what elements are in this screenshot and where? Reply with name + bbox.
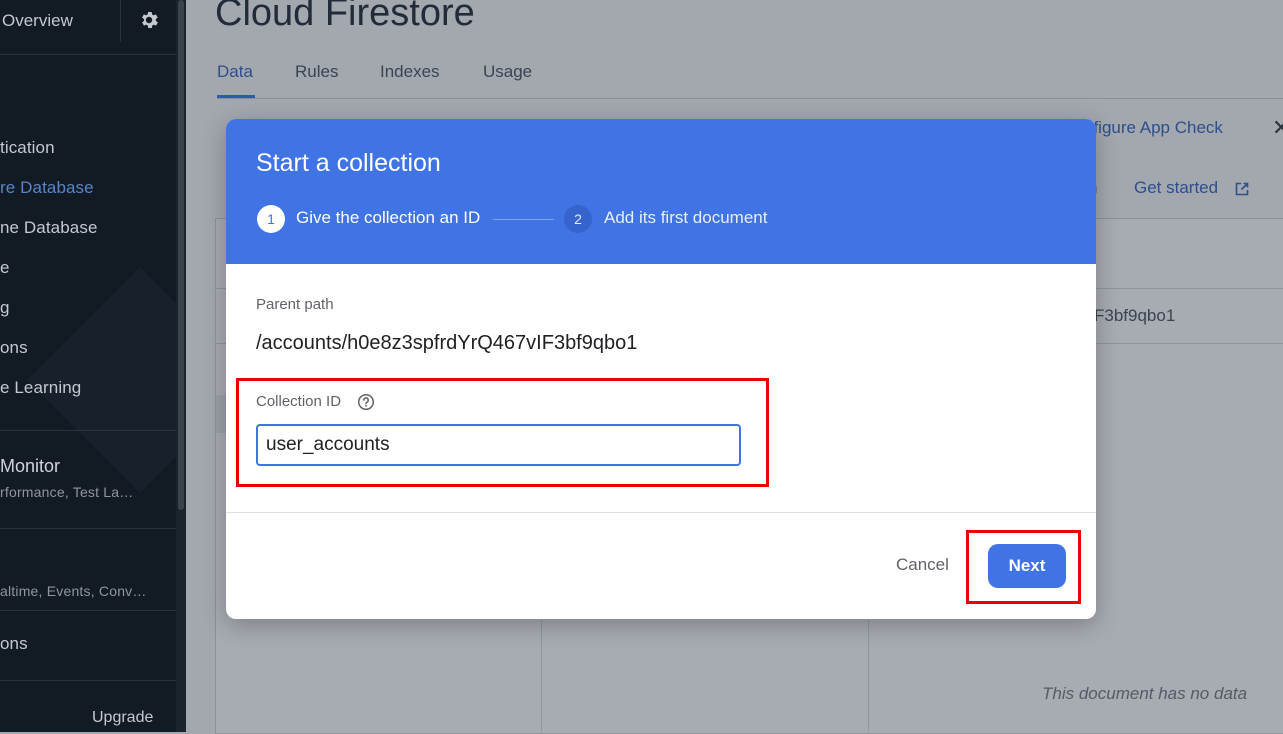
sidebar: Overview tication re Database ne Databas… xyxy=(0,0,186,732)
dialog-title: Start a collection xyxy=(256,149,441,177)
sidebar-section-extensions[interactable]: ons xyxy=(0,634,28,654)
sidebar-section-analytics-subtitle: altime, Events, Conv… xyxy=(0,583,147,599)
sidebar-divider xyxy=(0,430,176,431)
tabs-divider xyxy=(217,98,1283,99)
sidebar-item-firestore-database[interactable]: re Database xyxy=(0,178,94,198)
sidebar-item-hosting[interactable]: g xyxy=(0,298,10,318)
step-connector xyxy=(493,219,554,220)
sidebar-item-realtime-database[interactable]: ne Database xyxy=(0,218,98,238)
step-1-indicator: 1 xyxy=(257,205,285,233)
tab-indexes[interactable]: Indexes xyxy=(380,62,440,82)
parent-path-value: /accounts/h0e8z3spfrdYrQ467vIF3bf9qbo1 xyxy=(256,332,638,354)
dialog-footer-divider xyxy=(226,512,1096,513)
panel-column-divider xyxy=(541,620,542,732)
sidebar-section-release-monitor-subtitle: rformance, Test La… xyxy=(0,484,134,500)
cancel-button[interactable]: Cancel xyxy=(888,545,957,585)
sidebar-divider xyxy=(0,680,176,681)
page-title: Cloud Firestore xyxy=(215,0,475,34)
sidebar-item-functions[interactable]: ons xyxy=(0,338,28,358)
collection-id-highlight xyxy=(236,378,769,487)
tab-rules[interactable]: Rules xyxy=(295,62,338,82)
external-link-icon xyxy=(1235,182,1249,196)
configure-app-check-link[interactable]: nfigure App Check xyxy=(1084,118,1223,138)
upgrade-button[interactable]: Upgrade xyxy=(92,709,153,727)
tab-data[interactable]: Data xyxy=(217,62,253,82)
sidebar-section-release-monitor[interactable]: Monitor xyxy=(0,456,60,477)
sidebar-divider xyxy=(0,528,176,529)
sidebar-scrollbar-thumb[interactable] xyxy=(178,0,184,510)
gear-icon xyxy=(142,12,158,28)
sidebar-item-machine-learning[interactable]: e Learning xyxy=(0,378,81,398)
settings-button[interactable] xyxy=(120,0,177,42)
get-started-link[interactable]: Get started xyxy=(1134,178,1218,198)
sidebar-item-storage[interactable]: e xyxy=(0,258,10,278)
tab-usage[interactable]: Usage xyxy=(483,62,532,82)
document-id: F3bf9qbo1 xyxy=(1094,306,1176,325)
close-icon[interactable]: ✕ xyxy=(1272,115,1283,141)
empty-document-message: This document has no data xyxy=(1042,684,1248,703)
parent-path-label: Parent path xyxy=(256,296,334,313)
dialog-header: Start a collection 1 Give the collection… xyxy=(226,119,1096,264)
sidebar-divider xyxy=(0,610,176,611)
step-2-indicator: 2 xyxy=(564,205,592,233)
project-overview-link[interactable]: Overview xyxy=(2,11,73,31)
step-2-label: Add its first document xyxy=(604,208,768,227)
next-button-highlight xyxy=(966,530,1081,604)
panel-column-divider xyxy=(868,620,869,732)
sidebar-header: Overview xyxy=(0,0,176,55)
step-1-label: Give the collection an ID xyxy=(296,208,481,227)
sidebar-item-authentication[interactable]: tication xyxy=(0,138,55,158)
